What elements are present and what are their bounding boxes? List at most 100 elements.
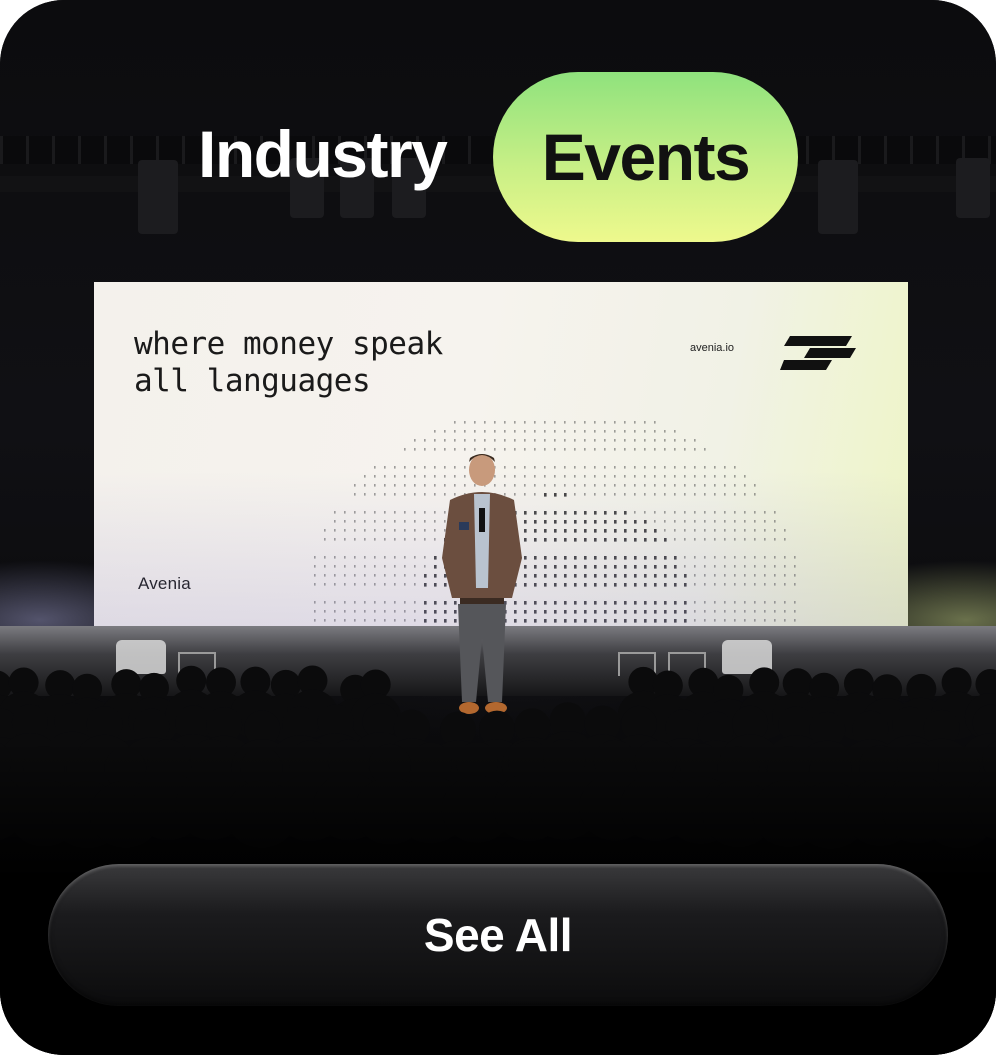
globe-dot [614, 583, 617, 587]
globe-dot [744, 529, 746, 532]
globe-dot [674, 574, 677, 578]
globe-dot [324, 538, 326, 541]
globe-dot [744, 619, 746, 622]
events-highlight-pill: Events [493, 72, 798, 242]
globe-dot [624, 601, 627, 605]
globe-dot [594, 556, 597, 560]
globe-dot [314, 583, 316, 586]
globe-dot [354, 619, 356, 622]
globe-dot [564, 430, 566, 433]
globe-dot [344, 601, 346, 604]
avenia-mark-icon [780, 336, 856, 370]
globe-dot [704, 538, 706, 541]
globe-dot [604, 583, 607, 587]
globe-dot [324, 601, 326, 604]
globe-dot [774, 583, 776, 586]
globe-dot [394, 619, 396, 622]
globe-dot [614, 529, 617, 533]
globe-dot [634, 484, 636, 487]
globe-dot [544, 421, 546, 424]
globe-dot [694, 520, 696, 523]
title-word-industry: Industry [198, 117, 448, 191]
globe-dot [754, 574, 756, 577]
globe-dot [384, 484, 386, 487]
globe-dot [784, 529, 786, 532]
globe-dot [774, 556, 776, 559]
globe-dot [584, 421, 586, 424]
see-all-button[interactable]: See All [48, 864, 948, 1006]
globe-dot [624, 511, 627, 515]
globe-dot [644, 421, 646, 424]
globe-dot [544, 448, 546, 451]
globe-dot [654, 475, 656, 478]
globe-dot [724, 610, 726, 613]
globe-dot [774, 511, 776, 514]
globe-dot [724, 511, 726, 514]
globe-dot [774, 529, 776, 532]
globe-dot [794, 583, 796, 586]
globe-dot [674, 556, 677, 560]
globe-dot [554, 439, 556, 442]
globe-dot [754, 610, 756, 613]
globe-dot [624, 610, 627, 614]
globe-dot [534, 556, 537, 560]
globe-dot [594, 583, 597, 587]
globe-dot [704, 466, 706, 469]
industry-events-card[interactable]: where money speak all languages avenia.i… [0, 0, 996, 1055]
globe-dot [794, 556, 796, 559]
globe-dot [404, 493, 406, 496]
globe-dot [554, 583, 557, 587]
globe-dot [624, 556, 627, 560]
globe-dot [384, 601, 386, 604]
globe-dot [654, 511, 656, 514]
globe-dot [604, 574, 607, 578]
globe-dot [634, 556, 637, 560]
globe-dot [654, 421, 656, 424]
globe-dot [344, 619, 346, 622]
globe-dot [734, 484, 736, 487]
globe-dot [354, 583, 356, 586]
globe-dot [714, 466, 716, 469]
globe-dot [424, 556, 426, 559]
globe-dot [504, 430, 506, 433]
globe-dot [624, 421, 626, 424]
globe-dot [334, 601, 336, 604]
globe-dot [794, 565, 796, 568]
globe-dot [564, 484, 566, 487]
globe-dot [534, 421, 536, 424]
globe-dot [334, 538, 336, 541]
stage-light [956, 158, 990, 218]
globe-dot [674, 439, 676, 442]
globe-dot [744, 574, 746, 577]
globe-dot [634, 520, 637, 524]
globe-dot [574, 520, 577, 524]
globe-dot [364, 556, 366, 559]
globe-dot [364, 529, 366, 532]
globe-dot [654, 556, 657, 560]
globe-dot [384, 511, 386, 514]
globe-dot [774, 610, 776, 613]
globe-dot [614, 430, 616, 433]
globe-dot [364, 484, 366, 487]
globe-dot [334, 583, 336, 586]
globe-dot [714, 529, 716, 532]
globe-dot [734, 610, 736, 613]
globe-dot [684, 619, 687, 623]
globe-dot [514, 421, 516, 424]
globe-dot [374, 574, 376, 577]
globe-dot [514, 439, 516, 442]
globe-dot [414, 493, 416, 496]
globe-dot [624, 493, 626, 496]
globe-dot [624, 619, 627, 623]
globe-dot [394, 583, 396, 586]
globe-dot [464, 430, 466, 433]
globe-dot [404, 574, 406, 577]
globe-dot [744, 538, 746, 541]
globe-dot [594, 511, 597, 515]
globe-dot [614, 520, 617, 524]
globe-dot [704, 529, 706, 532]
globe-dot [784, 583, 786, 586]
globe-dot [574, 601, 577, 605]
globe-dot [424, 439, 426, 442]
globe-dot [654, 610, 657, 614]
